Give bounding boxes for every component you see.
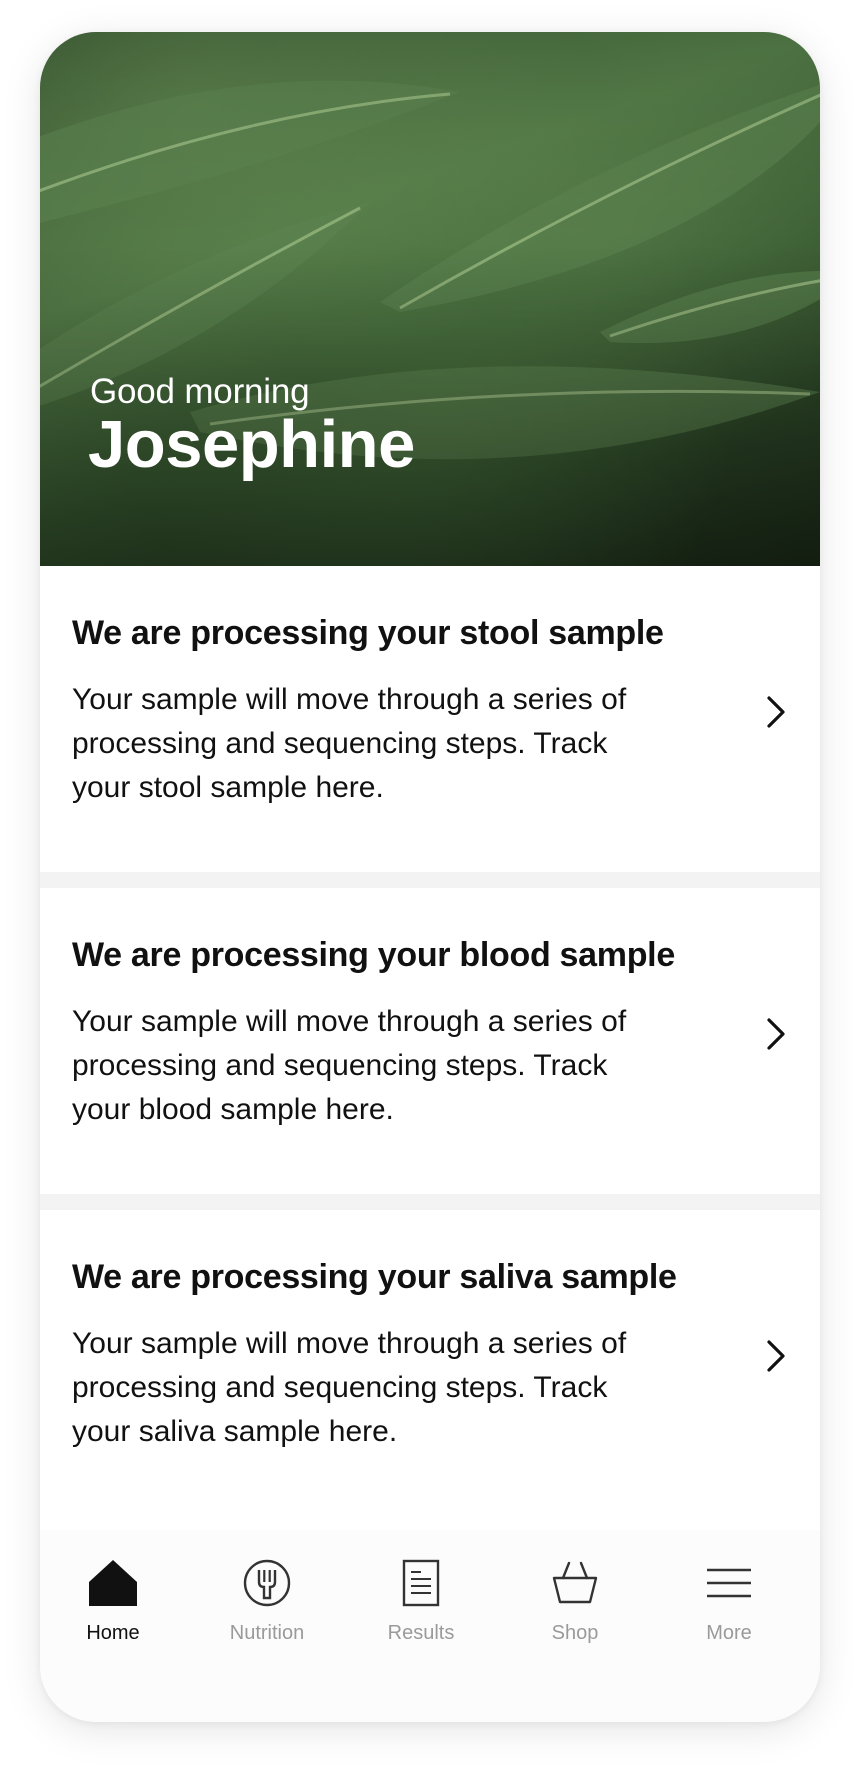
tab-home[interactable]: Home	[40, 1558, 188, 1668]
tab-label: More	[706, 1622, 752, 1644]
card-title: We are processing your stool sample	[72, 614, 664, 652]
phone-frame: Good morning Josephine We are processing…	[40, 32, 820, 1722]
card-title: We are processing your saliva sample	[72, 1258, 677, 1296]
bottom-tab-bar: Home Nutrition Results Shop More	[40, 1530, 820, 1722]
blood-sample-card[interactable]: We are processing your blood sample Your…	[40, 888, 820, 1194]
user-name: Josephine	[88, 407, 415, 482]
card-title: We are processing your blood sample	[72, 936, 675, 974]
chevron-right-icon[interactable]	[762, 1014, 790, 1054]
basket-icon	[552, 1561, 598, 1604]
tab-label: Results	[387, 1622, 455, 1644]
tab-shop[interactable]: Shop	[500, 1558, 650, 1668]
document-icon	[402, 1559, 440, 1607]
chevron-right-icon[interactable]	[762, 692, 790, 732]
hero-shade	[40, 32, 820, 566]
home-icon	[89, 1560, 137, 1606]
tab-label: Home	[86, 1622, 140, 1644]
tab-results[interactable]: Results	[346, 1558, 496, 1668]
tab-label: Shop	[551, 1622, 599, 1644]
tab-label: Nutrition	[229, 1622, 305, 1644]
card-description: Your sample will move through a series o…	[72, 683, 627, 804]
tab-nutrition[interactable]: Nutrition	[192, 1558, 342, 1668]
card-description: Your sample will move through a series o…	[72, 1005, 627, 1126]
hero-banner: Good morning Josephine	[40, 32, 820, 566]
fork-icon	[243, 1559, 291, 1607]
chevron-right-icon[interactable]	[762, 1336, 790, 1376]
stool-sample-card[interactable]: We are processing your stool sample Your…	[40, 566, 820, 872]
card-description: Your sample will move through a series o…	[72, 1327, 627, 1448]
tab-more[interactable]: More	[654, 1558, 804, 1668]
saliva-sample-card[interactable]: We are processing your saliva sample You…	[40, 1210, 820, 1530]
menu-icon	[707, 1568, 751, 1598]
